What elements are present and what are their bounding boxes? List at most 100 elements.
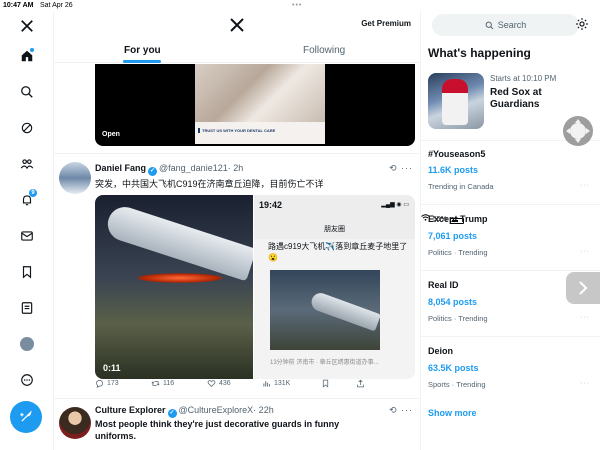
left-nav: 9 — [0, 11, 54, 450]
repost-count: 116 — [163, 380, 175, 387]
share-button[interactable] — [356, 379, 365, 388]
views-chart-icon — [263, 381, 270, 387]
messages-mail-icon[interactable] — [14, 223, 40, 249]
tweet-culture-explorer[interactable]: Culture Explorer ✓ @CultureExploreX· 22h ⟲… — [54, 398, 420, 450]
trend-context: Politics · Trending — [428, 314, 488, 323]
trend-more-icon[interactable]: ··· — [580, 182, 590, 189]
trend-count: 63.5K posts — [428, 363, 479, 373]
more-options-icon[interactable] — [14, 367, 40, 393]
profile-avatar[interactable] — [14, 331, 40, 357]
notifications-badge: 9 — [29, 189, 37, 197]
trend-more-icon[interactable]: ··· — [580, 314, 590, 321]
like-button[interactable]: 436 — [207, 379, 231, 388]
settings-gear-icon[interactable] — [575, 17, 589, 31]
author-name[interactable]: Culture Explorer — [95, 405, 166, 415]
timeline-header: Get Premium For you Following — [54, 11, 420, 63]
video-plane-landing[interactable]: 0:11 — [95, 195, 253, 379]
tweet-text: Most people think they're just decorativ… — [95, 418, 339, 442]
bookmark-button[interactable] — [321, 379, 330, 388]
tweet-author[interactable]: Culture Explorer ✓ @CultureExploreX· 22h — [95, 405, 274, 418]
tweet-action-bar: 173 116 436 131K — [95, 379, 415, 393]
tweet-time[interactable]: · 22h — [253, 405, 274, 415]
event-subtitle: Starts at 10:10 PM — [490, 74, 557, 83]
verified-badge-icon: ✓ — [167, 409, 177, 418]
author-handle[interactable]: @CultureExploreX — [179, 405, 254, 415]
tab-for-you[interactable]: For you — [124, 45, 161, 56]
reply-button[interactable]: 173 — [95, 379, 119, 388]
compose-post-button[interactable] — [10, 401, 42, 433]
trend-name: #Youseason5 — [428, 149, 486, 159]
trend-more-icon[interactable]: ··· — [580, 380, 590, 387]
baseball-player-image — [442, 79, 468, 125]
trend-name: Real ID — [428, 280, 459, 290]
home-icon[interactable] — [14, 43, 40, 69]
trend-item[interactable]: Deion 63.5K posts Sports · Trending ··· — [421, 336, 600, 402]
trend-more-icon[interactable]: ··· — [580, 248, 590, 255]
dental-ad-photo — [195, 64, 325, 122]
lists-icon[interactable] — [14, 295, 40, 321]
notifications-bell-icon[interactable]: 9 — [14, 187, 40, 213]
event-title[interactable]: Red Sox at Guardians — [490, 87, 580, 111]
tweet-more-options-icon[interactable]: ⟲ ··· — [389, 405, 413, 416]
screenshot-title: 朋友圈 — [324, 226, 345, 233]
home-timeline: TRUST US WITH YOUR DENTAL CARE Open Get … — [54, 11, 421, 450]
get-premium-link[interactable]: Get Premium — [361, 19, 411, 28]
screenshot-footer: 13分钟前 济南市 · 章丘区绣惠街道办事... — [270, 360, 379, 366]
author-name[interactable]: Daniel Fang — [95, 163, 146, 173]
dpad-arrows-icon — [566, 119, 590, 143]
tweet-text-line-1: Most people think they're just decorativ… — [95, 419, 340, 429]
tweet-author[interactable]: Daniel Fang ✓ @fang_danie121· 2h — [95, 163, 243, 176]
whats-happening-heading: What's happening — [428, 46, 531, 60]
x-logo-icon — [230, 18, 244, 32]
trend-count: 11.6K posts — [428, 165, 479, 175]
search-input[interactable]: Search — [432, 14, 579, 36]
verified-badge-icon: ✓ — [148, 167, 158, 176]
event-thumbnail[interactable] — [428, 73, 484, 129]
author-handle[interactable]: @fang_danie121 — [159, 163, 228, 173]
lights-image — [135, 273, 225, 283]
ios-status-bar: 10:47 AM Sat Apr 26 ••• 55% — [0, 0, 600, 224]
assistive-joystick[interactable] — [563, 116, 593, 146]
right-sidebar: Search What's happening Starts at 10:10 … — [421, 11, 600, 450]
open-link-label[interactable]: Open — [102, 131, 120, 138]
video-duration: 0:11 — [103, 363, 121, 373]
forward-arrow-button[interactable] — [566, 272, 600, 304]
search-placeholder: Search — [497, 20, 527, 30]
view-count: 131K — [274, 380, 291, 387]
tweet-time[interactable]: · 2h — [228, 163, 244, 173]
multitasking-dots[interactable]: ••• — [292, 0, 302, 11]
avatar[interactable] — [59, 407, 91, 439]
promoted-media-card[interactable]: TRUST US WITH YOUR DENTAL CARE Open — [95, 64, 415, 146]
screenshot-moments-post[interactable]: 19:42 ▂▄▆ ◉ ▭ 朋友圈 路遇c919大飞机✈️落到章丘麦子地里了😮 … — [254, 195, 415, 379]
trend-name: Deion — [428, 346, 454, 356]
show-more-link[interactable]: Show more — [428, 408, 477, 418]
bookmarks-icon[interactable] — [14, 259, 40, 285]
plane-image — [103, 202, 253, 282]
views-button[interactable]: 131K — [262, 379, 290, 388]
trend-item[interactable]: Except Trump 7,061 posts Politics · Tren… — [421, 204, 600, 270]
tweet-more-options-icon[interactable]: ⟲ ··· — [389, 163, 413, 174]
trend-context: Trending in Canada — [428, 182, 494, 191]
dental-ad-image: TRUST US WITH YOUR DENTAL CARE — [195, 64, 325, 144]
active-tab-indicator — [123, 60, 161, 63]
heart-icon — [207, 380, 216, 388]
screenshot-photo — [270, 270, 381, 350]
bookmark-icon — [322, 379, 329, 388]
trend-item[interactable]: #Youseason5 11.6K posts Trending in Cana… — [421, 140, 600, 204]
x-logo-icon[interactable] — [14, 13, 40, 39]
trend-name: Except Trump — [428, 214, 488, 224]
signal-icons: ▂▄▆ ◉ ▭ — [381, 202, 409, 208]
repost-button[interactable]: 116 — [151, 379, 174, 388]
like-count: 436 — [219, 380, 231, 387]
explore-search-icon[interactable] — [14, 79, 40, 105]
avatar[interactable] — [59, 162, 91, 194]
twitter-ipad-screen: 10:47 AM Sat Apr 26 ••• 55% 9 TRUST US W… — [0, 0, 600, 450]
grok-icon[interactable] — [14, 115, 40, 141]
home-dot-badge — [30, 48, 34, 52]
screenshot-time: 19:42 — [259, 200, 283, 210]
ad-caption: TRUST US WITH YOUR DENTAL CARE — [198, 128, 275, 133]
status-time: 10:47 AM — [3, 2, 34, 9]
reply-count: 173 — [107, 380, 119, 387]
tab-following[interactable]: Following — [303, 45, 345, 56]
communities-icon[interactable] — [14, 151, 40, 177]
